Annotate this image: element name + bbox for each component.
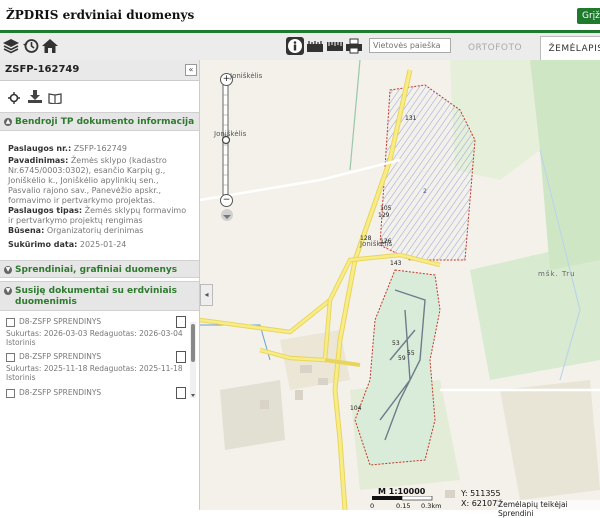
panel-id: ZSFP-162749: [5, 64, 80, 75]
parcel-number: 53: [392, 340, 400, 347]
measure-icon[interactable]: [306, 37, 324, 55]
place-label: mšk. Tru: [538, 270, 576, 278]
parcel-number: 131: [405, 115, 417, 122]
info-row-service-type: Paslaugos tipas: Žemės sklypų formavimo …: [8, 206, 187, 225]
map-canvas[interactable]: + − Joniškėlis Joniškėlis Joniškėlis mšk…: [200, 60, 600, 510]
section-title: Sprendiniai, grafiniai duomenys: [15, 265, 178, 275]
info-icon[interactable]: [286, 37, 304, 55]
parcel-number: 126: [380, 238, 392, 245]
tab-zemelapis[interactable]: ŽEMĖLAPIS: [540, 36, 600, 61]
coordinate-y: Y: 511355: [461, 489, 501, 498]
document-name: D8-ZSFP SPRENDINYS: [19, 352, 102, 361]
document-name: D8-ZSFP SPRENDINYS: [19, 317, 102, 326]
scale-tick: 0.3km: [421, 502, 442, 510]
download-icon[interactable]: [28, 88, 42, 107]
book-icon[interactable]: [48, 89, 62, 108]
panel-header: ZSFP-162749 «: [0, 60, 199, 81]
scale-tick: 0: [370, 502, 375, 510]
tab-ortofoto[interactable]: ORTOFOTO: [456, 36, 534, 60]
info-row-title: Pavadinimas: Žemės sklypo (kadastro Nr.6…: [8, 156, 167, 205]
place-label: Joniškėlis: [214, 130, 247, 138]
document-checkbox[interactable]: [6, 389, 15, 398]
map-coordinates: Y: 511355 X: 621072: [461, 489, 502, 509]
title-bar: ŽPDRIS erdviniai duomenys Grįž: [0, 0, 600, 30]
document-meta: Sukurtas: 2026-03-03 Redaguotas: 2026-03…: [6, 329, 183, 347]
panel-actions: [0, 86, 199, 107]
section-title: Susiję dokumentai su erdviniais duomenim…: [15, 286, 177, 307]
location-search-input[interactable]: [369, 38, 451, 53]
document-checkbox[interactable]: [6, 353, 15, 362]
documents-scrollbar[interactable]: [190, 322, 196, 398]
ruler-icon[interactable]: [326, 37, 344, 55]
zoom-out-button[interactable]: −: [220, 194, 233, 207]
parcel-number: 143: [390, 260, 402, 267]
collapse-panel-button[interactable]: «: [185, 64, 197, 76]
document-icon[interactable]: [176, 316, 186, 328]
expand-arrow-icon: ▼: [4, 266, 12, 274]
app-title: ŽPDRIS erdviniai duomenys: [6, 8, 195, 22]
document-checkbox[interactable]: [6, 318, 15, 327]
parcel-number: 105: [380, 205, 392, 212]
info-row-status: Būsena: Organizatorių derinimas: [8, 226, 144, 235]
document-icon[interactable]: [176, 387, 186, 399]
place-label: Joniškėlis: [230, 72, 263, 80]
parcel-number: 55: [407, 350, 415, 357]
info-row-created: Sukūrimo data: 2025-01-24: [8, 240, 127, 249]
coordinate-x: X: 621072: [461, 499, 503, 508]
document-name: D8-ZSFP SPRENDINYS: [19, 388, 102, 397]
section-title: Bendroji TP dokumento informacija: [15, 117, 195, 127]
target-icon[interactable]: [8, 89, 20, 108]
parcel-number: 104: [350, 405, 362, 412]
section-solutions-header[interactable]: ▼ Sprendiniai, grafiniai duomenys: [0, 260, 199, 278]
map-scale-label: M 1:10000: [378, 487, 426, 496]
layers-icon[interactable]: [2, 37, 20, 55]
collapse-arrow-icon: ▲: [4, 118, 12, 126]
document-meta: Sukurtas: 2025-11-18 Redaguotas: 2025-11…: [6, 364, 183, 382]
section-related-docs-header[interactable]: ▼ Susiję dokumentai su erdviniais duomen…: [0, 281, 199, 311]
home-icon[interactable]: [41, 37, 59, 55]
parcel-number: 2: [423, 188, 427, 195]
history-icon[interactable]: [22, 37, 40, 55]
parcel-number: 129: [378, 212, 390, 219]
parcel-number: 128: [360, 235, 372, 242]
toggle-panel-button[interactable]: ◂: [200, 284, 213, 306]
print-icon[interactable]: [345, 37, 363, 55]
document-icon[interactable]: [176, 351, 186, 363]
return-button[interactable]: Grįž: [577, 8, 600, 24]
toolbar: ORTOFOTO ŽEMĖLAPIS: [0, 33, 600, 61]
info-row-service-number: Paslaugos nr.: ZSFP-162749: [8, 144, 127, 153]
map-credit-link[interactable]: Žemėlapių teikėjai Sprendini: [498, 500, 600, 518]
parcel-number: 59: [398, 355, 406, 362]
expand-arrow-icon: ▼: [4, 287, 12, 295]
section-general-info-header[interactable]: ▲ Bendroji TP dokumento informacija: [0, 112, 199, 131]
scale-tick: 0.15: [396, 502, 411, 510]
info-panel: ZSFP-162749 « ▲ Bendroji TP dokumento in…: [0, 60, 200, 510]
